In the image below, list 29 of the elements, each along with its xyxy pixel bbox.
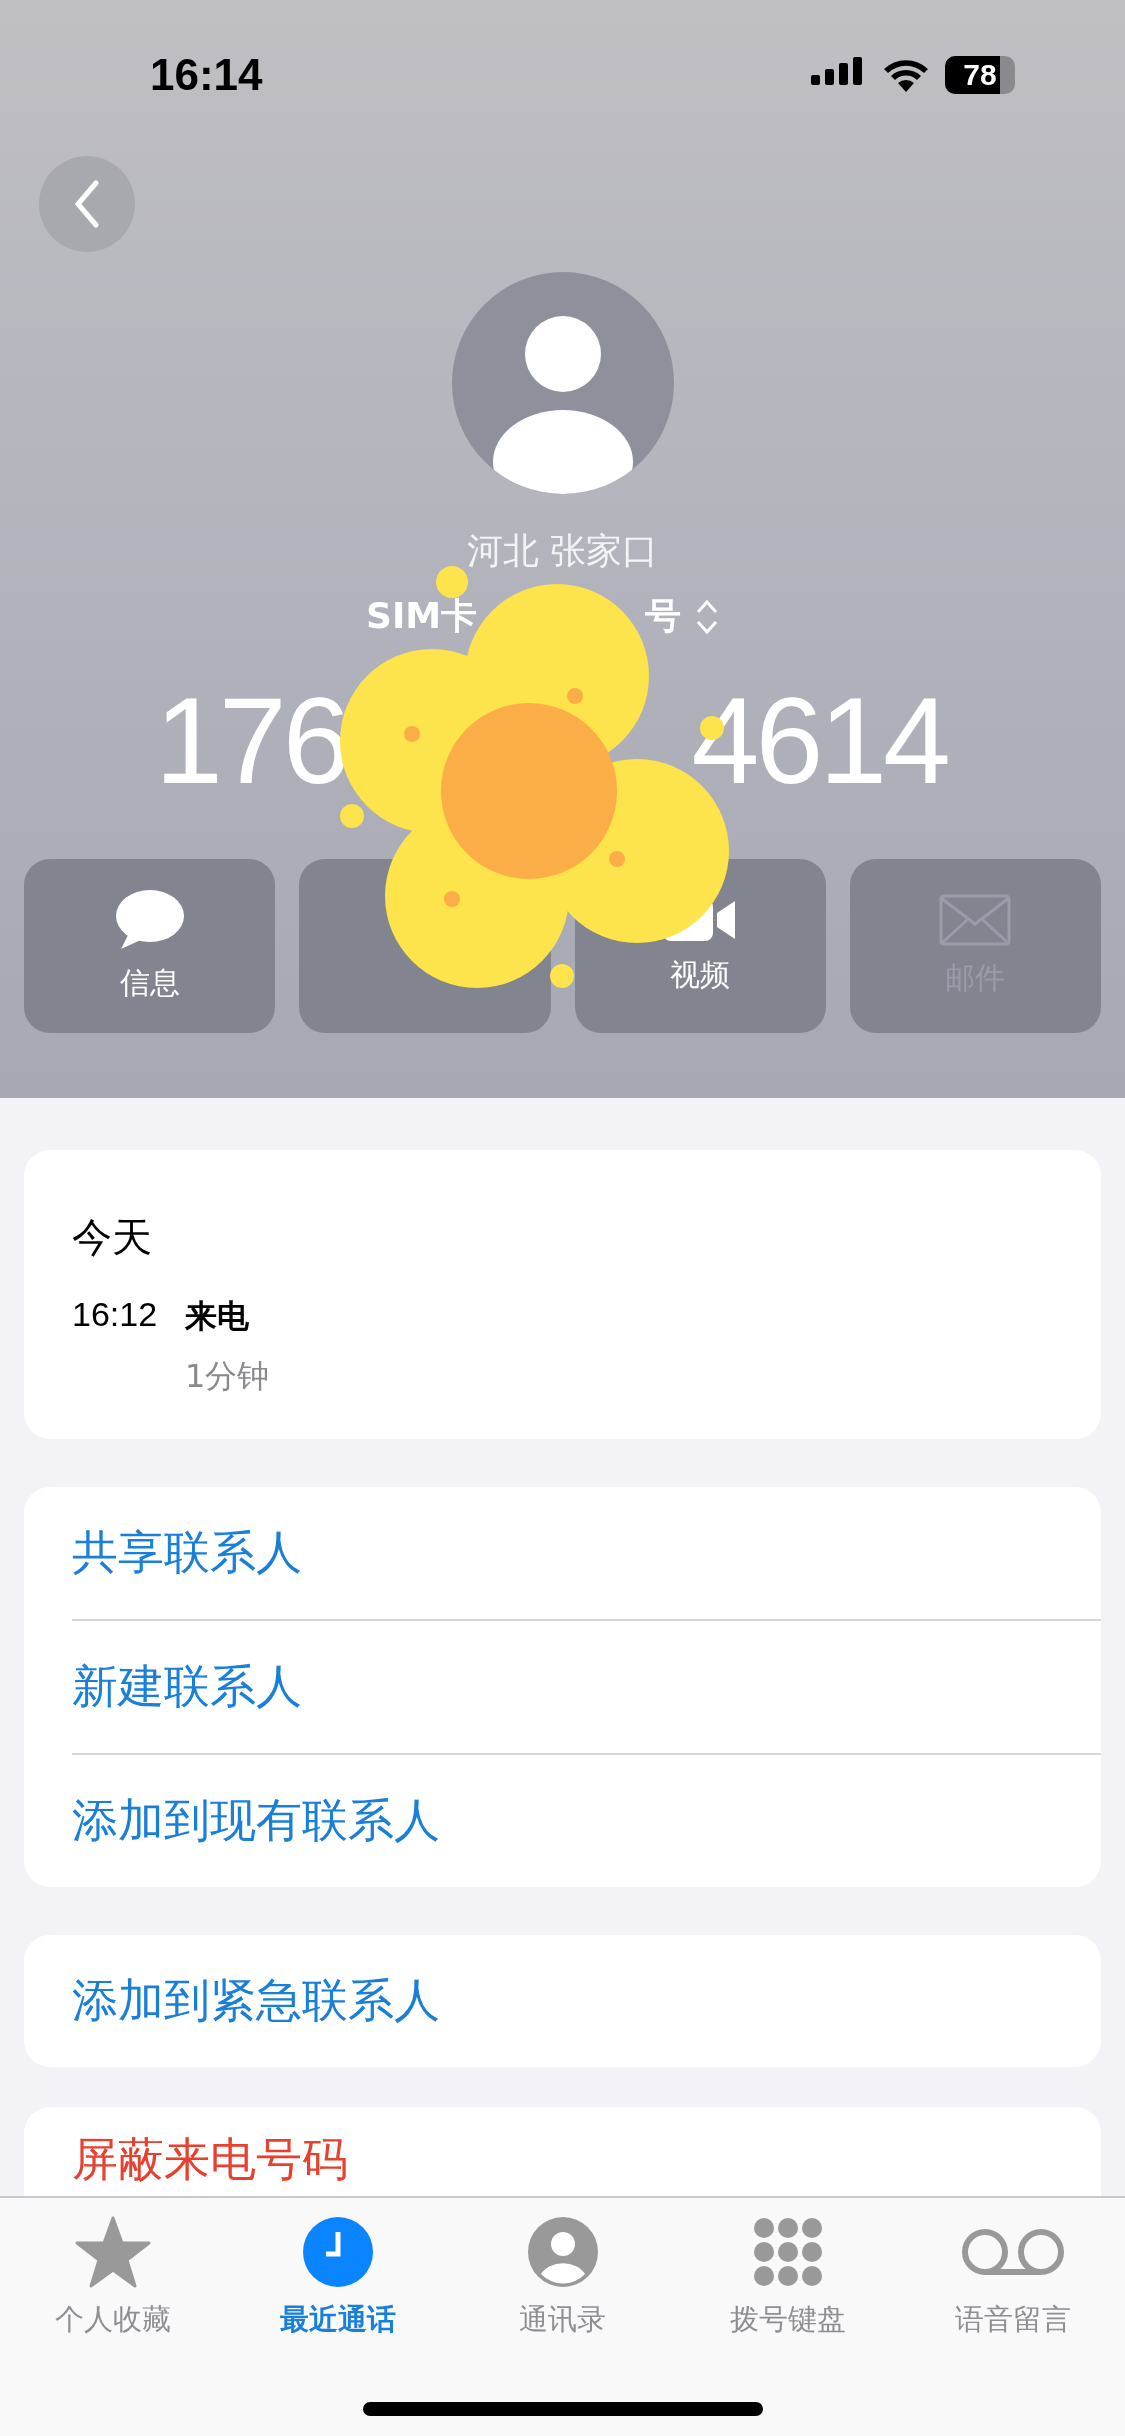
speech-bubble-icon [114, 888, 185, 951]
phone-number: 4614 [691, 672, 947, 811]
person-icon [526, 2216, 599, 2288]
menu-link[interactable]: 添加到现有联系人 [72, 1790, 440, 1852]
tab-item[interactable]: 个人收藏 [12, 2216, 213, 2340]
tab-item[interactable]: 最近通话 [237, 2216, 438, 2340]
status-time: 16:14 [150, 50, 263, 100]
avatar-icon [451, 272, 674, 494]
keypad-icon [751, 2216, 824, 2288]
sim-label: 号 [645, 594, 682, 638]
call-duration: 1分钟 [185, 1356, 270, 1397]
menu-link[interactable]: 共享联系人 [72, 1522, 302, 1584]
battery-icon: 78 [945, 56, 1015, 94]
menu-link[interactable]: 新建联系人 [72, 1656, 302, 1718]
call-time: 16:12 [72, 1295, 158, 1335]
clock-icon [301, 2216, 374, 2288]
star-icon [74, 2216, 151, 2288]
location-label: 河北 张家口 [466, 529, 659, 573]
tab-item[interactable]: 通讯录 [462, 2216, 663, 2340]
sim-label: SIM卡 [366, 594, 478, 638]
tab-item[interactable]: 拨号键盘 [687, 2216, 888, 2340]
menu-link[interactable]: 添加到紧急联系人 [72, 1970, 440, 2032]
action-button[interactable]: 信息 [24, 859, 276, 1033]
phone-number: 176 [155, 672, 347, 811]
tab-item[interactable]: 语音留言 [912, 2216, 1113, 2340]
day-heading: 今天 [72, 1213, 153, 1262]
menu-link[interactable]: 屏蔽来电号码 [72, 2129, 348, 2191]
envelope-icon [939, 893, 1012, 946]
call-type: 来电 [185, 1296, 251, 1337]
